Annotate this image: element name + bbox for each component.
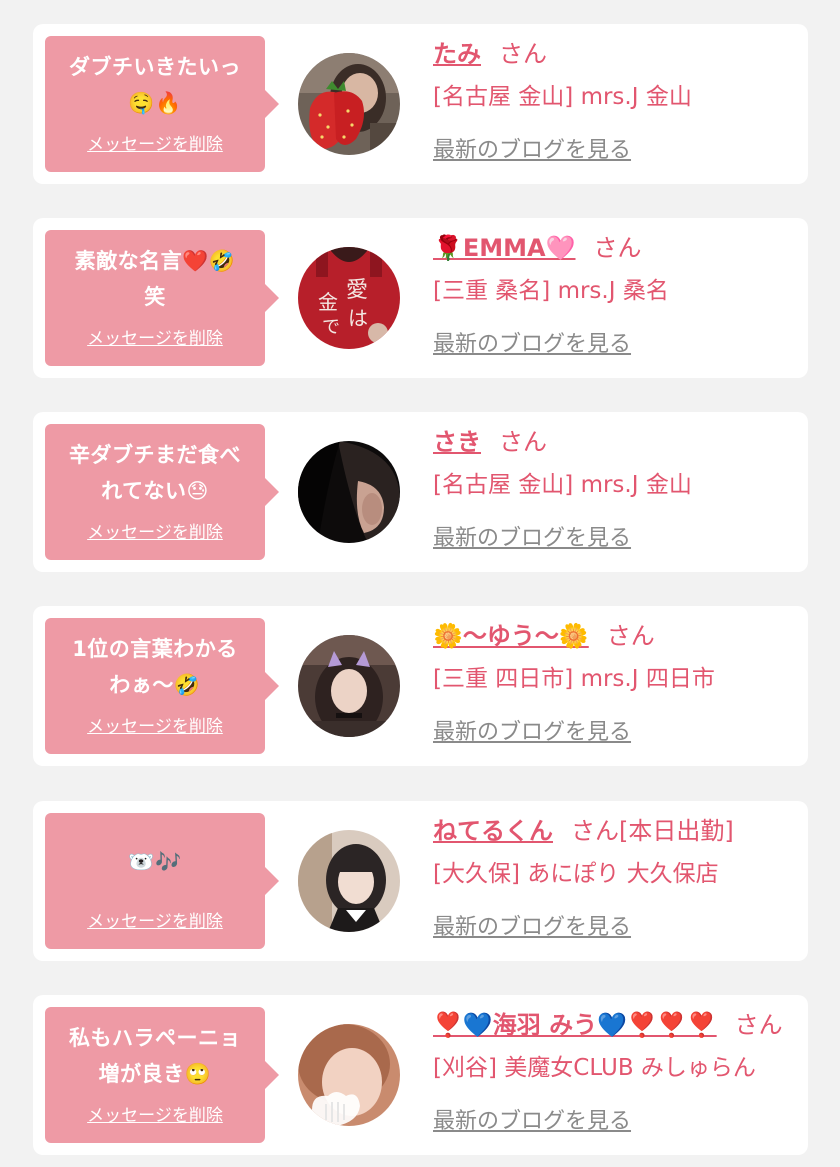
- profile-info: たみ さん [名古屋 金山] mrs.J 金山 最新のブログを見る: [433, 34, 798, 164]
- delete-message-link[interactable]: メッセージを削除: [87, 1101, 223, 1126]
- name-line: 🌹EMMA🩷 さん: [433, 228, 798, 268]
- message-text: 素敵な名言❤️🤣 笑: [74, 249, 236, 309]
- profile-info: ❣️💙海羽 みう💙❣️❣️❣️ さん [刈谷] 美魔女CLUB みしゅらん 最新の…: [433, 1005, 798, 1135]
- avatar[interactable]: 金 愛 で は: [298, 247, 400, 349]
- delete-message-link[interactable]: メッセージを削除: [87, 518, 223, 543]
- favorites-list: ダブチいきたいっ 🤤🔥 メッセージを削除 たみ さん [名古屋 金山] mrs.…: [0, 0, 840, 1167]
- message-bubble: 私もハラペーニョ 増が良き🙄 メッセージを削除: [45, 1007, 279, 1143]
- avatar[interactable]: [298, 1024, 400, 1126]
- svg-text:愛: 愛: [346, 278, 368, 303]
- message-card: 私もハラペーニョ 増が良き🙄 メッセージを削除 ❣️💙海羽 みう💙❣️❣️❣️ さ…: [33, 995, 808, 1155]
- profile-info: 🌹EMMA🩷 さん [三重 桑名] mrs.J 桑名 最新のブログを見る: [433, 228, 798, 358]
- delete-message-link[interactable]: メッセージを削除: [87, 907, 223, 932]
- name-line: たみ さん: [433, 34, 798, 74]
- latest-blog-link[interactable]: 最新のブログを見る: [433, 1103, 631, 1135]
- svg-text:金: 金: [318, 290, 338, 314]
- profile-info: ねてるくん さん[本日出勤] [大久保] あにぽり 大久保店 最新のブログを見る: [433, 811, 798, 941]
- name-line: ねてるくん さん[本日出勤]: [433, 811, 798, 851]
- message-bubble: 辛ダブチまだ食べ れてない😓 メッセージを削除: [45, 424, 279, 560]
- shop-name: [三重 四日市] mrs.J 四日市: [433, 666, 715, 692]
- honorific: さん: [499, 428, 547, 456]
- delete-message-link[interactable]: メッセージを削除: [87, 324, 223, 349]
- honorific: さん: [593, 234, 642, 262]
- avatar[interactable]: [298, 635, 400, 737]
- message-text: 辛ダブチまだ食べ れてない😓: [69, 443, 241, 503]
- shop-name: [名古屋 金山] mrs.J 金山: [433, 84, 692, 110]
- message-text: 私もハラペーニョ 増が良き🙄: [69, 1026, 241, 1086]
- message-bubble: ダブチいきたいっ 🤤🔥 メッセージを削除: [45, 36, 279, 172]
- avatar-strawberry-image: [298, 53, 400, 155]
- svg-text:は: は: [348, 306, 368, 330]
- message-card: 1位の言葉わかる わぁ〜🤣 メッセージを削除 🌼〜ゆう〜🌼 さん [三重 四日市]…: [33, 606, 808, 766]
- message-bubble: 1位の言葉わかる わぁ〜🤣 メッセージを削除: [45, 618, 279, 754]
- latest-blog-link[interactable]: 最新のブログを見る: [433, 326, 631, 358]
- profile-name-link[interactable]: 🌹EMMA🩷: [433, 234, 576, 262]
- latest-blog-link[interactable]: 最新のブログを見る: [433, 520, 631, 552]
- message-card: 🐻‍❄️🎶 メッセージを削除 ねてるくん さん[本日出勤] [大久保] あにぽり …: [33, 801, 808, 961]
- avatar[interactable]: [298, 441, 400, 543]
- shop-name: [三重 桑名] mrs.J 桑名: [433, 278, 669, 304]
- profile-info: 🌼〜ゆう〜🌼 さん [三重 四日市] mrs.J 四日市 最新のブログを見る: [433, 616, 798, 746]
- delete-message-link[interactable]: メッセージを削除: [87, 712, 223, 737]
- profile-name-link[interactable]: たみ: [433, 40, 481, 68]
- profile-info: さき さん [名古屋 金山] mrs.J 金山 最新のブログを見る: [433, 422, 798, 552]
- message-text: 🐻‍❄️🎶: [128, 850, 182, 874]
- avatar-red-hoodie-image: 金 愛 で は: [298, 247, 400, 349]
- shop-name: [刈谷] 美魔女CLUB みしゅらん: [433, 1055, 756, 1081]
- shop-name: [大久保] あにぽり 大久保店: [433, 861, 719, 887]
- avatar-cat-ears-image: [298, 635, 400, 737]
- latest-blog-link[interactable]: 最新のブログを見る: [433, 909, 631, 941]
- profile-name-link[interactable]: ❣️💙海羽 みう💙❣️❣️❣️: [433, 1011, 717, 1039]
- name-line: さき さん: [433, 422, 798, 462]
- honorific: さん: [606, 622, 655, 650]
- honorific: さん: [734, 1011, 783, 1039]
- honorific: さん[本日出勤]: [571, 817, 734, 845]
- message-bubble: 素敵な名言❤️🤣 笑 メッセージを削除: [45, 230, 279, 366]
- avatar[interactable]: [298, 830, 400, 932]
- svg-text:で: で: [322, 317, 340, 338]
- avatar-ear-closeup-image: [298, 441, 400, 543]
- message-text: 1位の言葉わかる わぁ〜🤣: [72, 637, 238, 697]
- avatar-heart-mask-image: [298, 1024, 400, 1126]
- name-line: 🌼〜ゆう〜🌼 さん: [433, 616, 798, 656]
- name-line: ❣️💙海羽 みう💙❣️❣️❣️ さん: [433, 1005, 798, 1045]
- shop-name: [名古屋 金山] mrs.J 金山: [433, 472, 692, 498]
- latest-blog-link[interactable]: 最新のブログを見る: [433, 714, 631, 746]
- message-card: ダブチいきたいっ 🤤🔥 メッセージを削除 たみ さん [名古屋 金山] mrs.…: [33, 24, 808, 184]
- delete-message-link[interactable]: メッセージを削除: [87, 130, 223, 155]
- message-card: 素敵な名言❤️🤣 笑 メッセージを削除 金 愛 で は 🌹EMMA🩷 さん [三重…: [33, 218, 808, 378]
- profile-name-link[interactable]: さき: [433, 428, 481, 456]
- latest-blog-link[interactable]: 最新のブログを見る: [433, 132, 631, 164]
- avatar-maid-image: [298, 830, 400, 932]
- avatar[interactable]: [298, 53, 400, 155]
- message-card: 辛ダブチまだ食べ れてない😓 メッセージを削除 さき さん [名古屋 金山] mr…: [33, 412, 808, 572]
- message-text: ダブチいきたいっ 🤤🔥: [69, 55, 241, 115]
- profile-name-link[interactable]: 🌼〜ゆう〜🌼: [433, 622, 589, 650]
- honorific: さん: [499, 40, 547, 68]
- profile-name-link[interactable]: ねてるくん: [433, 817, 553, 845]
- message-bubble: 🐻‍❄️🎶 メッセージを削除: [45, 813, 279, 949]
